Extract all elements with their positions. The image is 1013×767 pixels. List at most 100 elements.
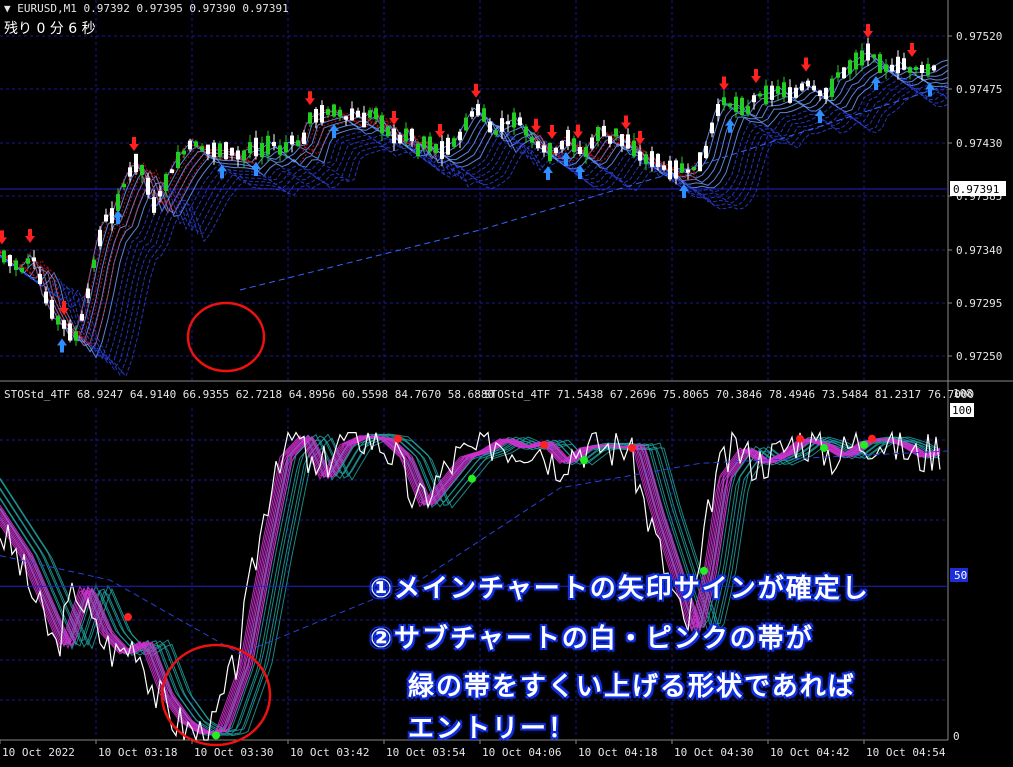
candle-body[interactable] xyxy=(848,60,852,74)
candle-body[interactable] xyxy=(410,128,414,142)
candle-body[interactable] xyxy=(452,138,456,147)
candle-body[interactable] xyxy=(404,128,408,142)
candle-body[interactable] xyxy=(800,83,804,91)
candle-body[interactable] xyxy=(740,97,744,116)
candle-body[interactable] xyxy=(806,80,810,87)
candle-body[interactable] xyxy=(476,104,480,116)
stoch-sell-dot[interactable] xyxy=(540,440,548,449)
candle-body[interactable] xyxy=(134,153,138,173)
stoch-sell-dot[interactable] xyxy=(796,434,804,443)
candle-body[interactable] xyxy=(734,96,738,112)
candle-body[interactable] xyxy=(902,58,906,70)
candle-body[interactable] xyxy=(128,167,132,177)
candle-body[interactable] xyxy=(380,115,384,134)
candle-body[interactable] xyxy=(890,64,894,72)
candle-body[interactable] xyxy=(506,121,510,125)
candle-body[interactable] xyxy=(176,151,180,169)
candle-body[interactable] xyxy=(32,257,36,262)
candle-body[interactable] xyxy=(752,95,756,103)
candle-body[interactable] xyxy=(482,108,486,122)
candle-body[interactable] xyxy=(854,52,858,70)
candle-body[interactable] xyxy=(398,134,402,144)
candle-body[interactable] xyxy=(308,112,312,124)
candle-body[interactable] xyxy=(632,140,636,157)
stoch-sell-dot[interactable] xyxy=(394,434,402,443)
candle-body[interactable] xyxy=(872,54,876,58)
candle-body[interactable] xyxy=(50,299,54,319)
candle-body[interactable] xyxy=(224,142,228,160)
candle-body[interactable] xyxy=(782,82,786,98)
candle-body[interactable] xyxy=(2,250,6,263)
candle-body[interactable] xyxy=(512,112,516,128)
candle-body[interactable] xyxy=(350,108,354,121)
candle-body[interactable] xyxy=(818,90,822,97)
candle-body[interactable] xyxy=(770,85,774,100)
candle-body[interactable] xyxy=(590,137,594,149)
stoch-buy-dot[interactable] xyxy=(468,474,476,483)
candle-body[interactable] xyxy=(62,320,66,329)
candle-body[interactable] xyxy=(686,169,690,173)
candle-body[interactable] xyxy=(692,166,696,171)
candle-body[interactable] xyxy=(662,165,666,170)
candle-body[interactable] xyxy=(98,229,102,247)
candle-body[interactable] xyxy=(110,208,114,224)
candle-body[interactable] xyxy=(500,118,504,132)
candle-body[interactable] xyxy=(776,86,780,94)
candle-body[interactable] xyxy=(56,316,60,325)
candle-body[interactable] xyxy=(788,87,792,103)
candle-body[interactable] xyxy=(38,273,42,285)
candle-body[interactable] xyxy=(20,267,24,273)
candle-body[interactable] xyxy=(656,153,660,167)
stoch-buy-dot[interactable] xyxy=(580,456,588,465)
candle-body[interactable] xyxy=(578,146,582,155)
candle-body[interactable] xyxy=(230,147,234,156)
candle-body[interactable] xyxy=(560,141,564,150)
stoch-sell-dot[interactable] xyxy=(628,443,636,452)
candle-body[interactable] xyxy=(614,128,618,137)
candle-body[interactable] xyxy=(320,105,324,123)
candle-body[interactable] xyxy=(146,177,150,195)
candle-body[interactable] xyxy=(830,78,834,97)
candle-body[interactable] xyxy=(86,288,90,299)
candle-body[interactable] xyxy=(212,142,216,158)
candle-body[interactable] xyxy=(248,142,252,154)
stoch-buy-dot[interactable] xyxy=(820,443,828,452)
candle-body[interactable] xyxy=(920,65,924,73)
candle-body[interactable] xyxy=(932,65,936,71)
candle-body[interactable] xyxy=(860,50,864,66)
candle-body[interactable] xyxy=(548,142,552,162)
candle-body[interactable] xyxy=(908,67,912,73)
candle-body[interactable] xyxy=(584,147,588,157)
candle-body[interactable] xyxy=(626,134,630,149)
candle-body[interactable] xyxy=(92,259,96,268)
candle-body[interactable] xyxy=(680,163,684,173)
candle-body[interactable] xyxy=(122,183,126,188)
candle-body[interactable] xyxy=(14,260,18,270)
candle-body[interactable] xyxy=(200,146,204,151)
candle-body[interactable] xyxy=(464,117,468,131)
candle-body[interactable] xyxy=(836,72,840,78)
candle-body[interactable] xyxy=(710,122,714,134)
candle-body[interactable] xyxy=(566,129,570,147)
candle-body[interactable] xyxy=(284,142,288,153)
candle-body[interactable] xyxy=(188,140,192,150)
candle-body[interactable] xyxy=(758,93,762,97)
stoch-sell-dot[interactable] xyxy=(868,434,876,443)
candle-body[interactable] xyxy=(242,150,246,161)
candle-body[interactable] xyxy=(206,144,210,155)
candle-body[interactable] xyxy=(260,142,264,158)
candle-body[interactable] xyxy=(794,87,798,98)
candle-body[interactable] xyxy=(416,143,420,157)
candle-body[interactable] xyxy=(650,151,654,167)
candle-body[interactable] xyxy=(572,138,576,153)
candle-body[interactable] xyxy=(182,150,186,155)
candle-body[interactable] xyxy=(392,128,396,144)
candle-body[interactable] xyxy=(926,63,930,76)
stoch-buy-dot[interactable] xyxy=(860,440,868,449)
candle-body[interactable] xyxy=(362,112,366,128)
candle-body[interactable] xyxy=(524,126,528,136)
candle-body[interactable] xyxy=(704,145,708,159)
candle-body[interactable] xyxy=(152,197,156,213)
candle-body[interactable] xyxy=(638,151,642,161)
candle-body[interactable] xyxy=(494,130,498,135)
